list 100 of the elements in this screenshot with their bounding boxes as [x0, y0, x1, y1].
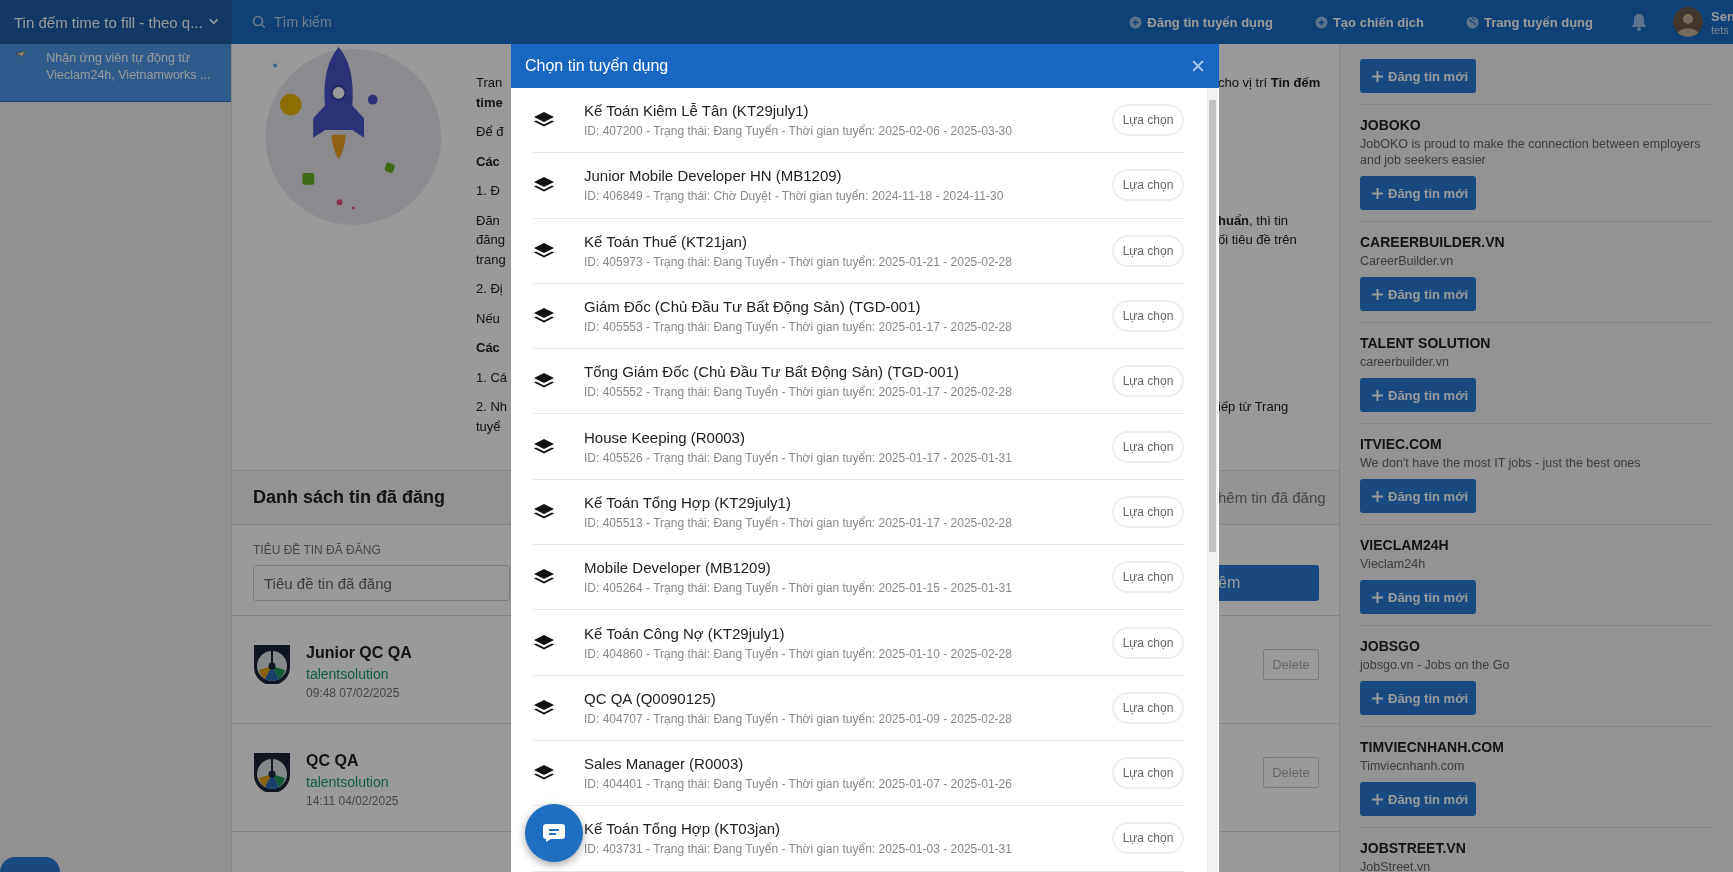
guide-text: 2. Nh	[476, 399, 509, 415]
guide-text: 2. Đị	[476, 281, 504, 297]
guide-text: Đăn	[476, 212, 501, 228]
plus-icon	[1372, 591, 1383, 603]
select-button[interactable]: Lựa chọn	[1112, 430, 1184, 463]
channel-name: ITVIEC.COM	[1360, 435, 1443, 453]
post-title: QC QA	[306, 752, 360, 770]
channel-description: CareerBuilder.vn	[1360, 253, 1455, 269]
section-title: Danh sách tin đã đăng	[253, 487, 447, 508]
search-icon	[252, 15, 266, 29]
layers-icon	[533, 698, 555, 717]
guide-text: huẩn, thì tin	[1218, 212, 1290, 228]
job-title: Kế Toán Tổng Hợp (KT29july1)	[584, 493, 792, 511]
guide-text: Tran	[476, 75, 504, 91]
bell-icon[interactable]	[1631, 13, 1647, 31]
job-details: ID: 405526 - Trạng thái: Đang Tuyển - Thời gian tuyển: 2025-01-17 - 2025-01-31	[584, 450, 1013, 465]
select-button[interactable]: Lựa chọn	[1112, 169, 1184, 202]
new-post-button[interactable]: Đăng tin mới	[1360, 59, 1476, 93]
channel-description: JobOKO is proud to make the connection between employers and job seekers easier	[1360, 136, 1702, 168]
job-title: Kế Toán Thuế (KT21jan)	[584, 232, 748, 250]
select-button[interactable]: Lựa chọn	[1112, 561, 1184, 594]
new-post-button[interactable]: Đăng tin mới	[1360, 580, 1476, 614]
select-button[interactable]: Lựa chọn	[1112, 104, 1184, 137]
select-button[interactable]: Lựa chọn	[1112, 495, 1184, 528]
guide-text: Để đ	[476, 124, 505, 140]
title-field[interactable]: Tiêu đề tin đã đăng	[253, 565, 510, 601]
post-title: Junior QC QA	[306, 644, 412, 662]
select-button[interactable]: Lựa chọn	[1112, 300, 1184, 333]
select-button[interactable]: Lựa chọn	[1112, 691, 1184, 724]
job-title: Junior Mobile Developer HN (MB1209)	[584, 167, 843, 185]
add-post-link[interactable]: hêm tin đã đăng	[1218, 489, 1331, 506]
sidebar-item[interactable]: Nhận ứng viên tự động từ Vieclam24h, Vietnamworks ...	[0, 44, 231, 102]
layers-icon	[533, 633, 555, 652]
channel-name: JOBOKO	[1360, 116, 1422, 134]
avatar	[1673, 7, 1703, 37]
guide-text: iếp từ Trang	[1218, 399, 1290, 415]
job-title: Tổng Giám Đốc (Chủ Đầu Tư Bất Động Sản) (TGD-001)	[584, 363, 960, 381]
layers-icon	[533, 241, 555, 260]
search-button[interactable]: êm	[1218, 565, 1319, 601]
search-field[interactable]: Tìm kiếm	[272, 13, 472, 31]
job-title: QC QA (Q0090125)	[584, 689, 717, 707]
new-post-button[interactable]: Đăng tin mới	[1360, 277, 1476, 311]
floating-button[interactable]	[0, 857, 60, 872]
plus-icon	[1372, 793, 1383, 805]
job-title: Kế Toán Kiêm Lễ Tân (KT29july1)	[584, 102, 810, 120]
chevron-down-icon	[208, 18, 218, 26]
select-button[interactable]: Lựa chọn	[1112, 626, 1184, 659]
plus-icon	[1372, 70, 1383, 82]
select-button[interactable]: Lựa chọn	[1112, 822, 1184, 855]
guide-text: 1. Đ	[476, 183, 501, 199]
nav-link[interactable]: Tạo chiến dịch	[1314, 14, 1424, 30]
select-button[interactable]: Lựa chọn	[1112, 365, 1184, 398]
new-post-button[interactable]: Đăng tin mới	[1360, 479, 1476, 513]
guide-text: 1. Cá	[476, 369, 509, 385]
channel-name: CAREERBUILDER.VN	[1360, 233, 1506, 251]
channel-description: jobsgo.vn - Jobs on the Go	[1360, 657, 1511, 673]
channel-name: TALENT SOLUTION	[1360, 334, 1492, 352]
layers-icon	[533, 502, 555, 521]
post-source: talentsolution	[306, 666, 390, 682]
channel-name: JOBSGO	[1360, 637, 1421, 655]
scrollbar[interactable]	[1207, 88, 1218, 872]
job-details: ID: 405513 - Trạng thái: Đang Tuyển - Thời gian tuyển: 2025-01-17 - 2025-02-28	[584, 515, 1013, 530]
channel-name: TIMVIECNHANH.COM	[1360, 738, 1505, 756]
plus-icon	[1372, 288, 1383, 300]
select-button[interactable]: Lựa chọn	[1112, 234, 1184, 267]
job-details: ID: 407200 - Trạng thái: Đang Tuyển - Thời gian tuyển: 2025-02-06 - 2025-03-30	[584, 124, 1013, 139]
chat-bubble-icon	[542, 823, 566, 843]
paper-plane-icon	[15, 48, 27, 60]
new-post-button[interactable]: Đăng tin mới	[1360, 378, 1476, 412]
close-button[interactable]	[1191, 59, 1205, 73]
job-details: ID: 405264 - Trạng thái: Đang Tuyển - Thời gian tuyển: 2025-01-15 - 2025-01-31	[584, 581, 1013, 596]
guide-text: cho vị trí Tin đếm	[1218, 75, 1319, 91]
job-details: ID: 405552 - Trạng thái: Đang Tuyển - Thời gian tuyển: 2025-01-17 - 2025-02-28	[584, 385, 1013, 400]
job-title: House Keeping (R0003)	[584, 428, 746, 446]
job-title: Kế Toán Tổng Hợp (KT03jan)	[584, 820, 782, 838]
company-logo	[254, 645, 290, 684]
company-logo	[254, 753, 290, 792]
post-source: talentsolution	[306, 774, 390, 790]
select-button[interactable]: Lựa chọn	[1112, 757, 1184, 790]
plus-icon	[1372, 389, 1383, 401]
guide-text: ối tiêu đề trên	[1218, 232, 1298, 248]
channel-description: Vieclam24h	[1360, 556, 1427, 572]
new-post-button[interactable]: Đăng tin mới	[1360, 782, 1476, 816]
field-label: TIÊU ĐỀ TIN ĐÃ ĐĂNG	[253, 543, 382, 557]
nav-link[interactable]: Trang tuyển dụng	[1465, 14, 1593, 30]
new-post-button[interactable]: Đăng tin mới	[1360, 681, 1476, 715]
guide-text: time	[476, 94, 504, 110]
job-details: ID: 404401 - Trạng thái: Đang Tuyển - Thời gian tuyển: 2025-01-07 - 2025-01-26	[584, 777, 1013, 792]
guide-text: Nếu	[476, 310, 501, 326]
new-post-button[interactable]: Đăng tin mới	[1360, 176, 1476, 210]
job-title: Kế Toán Công Nợ (KT29july1)	[584, 624, 786, 642]
globe-icon	[1465, 15, 1479, 29]
post-time: 09:48 07/02/2025	[306, 686, 401, 700]
layers-icon	[533, 437, 555, 456]
workspace-dropdown[interactable]: Tin đếm time to fill - theo q...	[0, 0, 232, 44]
nav-link[interactable]: Đăng tin tuyển dụng	[1129, 14, 1273, 30]
job-details: ID: 405973 - Trạng thái: Đang Tuyển - Thời gian tuyển: 2025-01-21 - 2025-02-28	[584, 254, 1013, 269]
job-details: ID: 404707 - Trạng thái: Đang Tuyển - Thời gian tuyển: 2025-01-09 - 2025-02-28	[584, 711, 1013, 726]
job-details: ID: 406849 - Trạng thái: Chờ Duyệt - Thời gian tuyển: 2024-11-18 - 2024-11-30	[584, 189, 1005, 204]
sidebar-item-description: Nhận ứng viên tự động từ Vieclam24h, Vietnamworks ...	[45, 50, 212, 84]
